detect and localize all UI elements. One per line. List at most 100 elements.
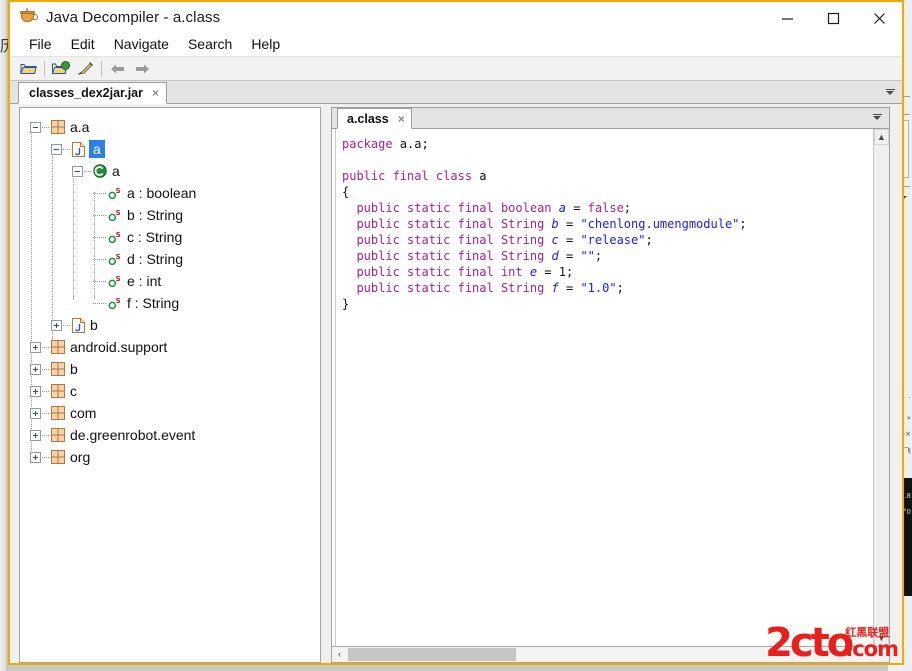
- code-token-pln: ;: [566, 265, 573, 279]
- tree-node-field-c[interactable]: S c : String: [24, 226, 320, 248]
- horizontal-scroll-thumb[interactable]: [348, 648, 516, 661]
- minimize-button[interactable]: [764, 2, 810, 34]
- package-icon: [51, 428, 65, 442]
- scroll-up-button[interactable]: ▲: [874, 129, 889, 145]
- code-token-kw: public static final: [342, 249, 501, 263]
- close-button[interactable]: [856, 2, 902, 34]
- tree-node-label: org: [70, 449, 90, 465]
- coffee-cup-icon: [20, 8, 38, 26]
- code-token-pln: ;: [617, 281, 624, 295]
- expander-plus-icon[interactable]: [30, 364, 41, 375]
- jar-tab-overflow-chevron-down-icon[interactable]: [884, 85, 896, 99]
- tree-node-field-a[interactable]: S a : boolean: [24, 182, 320, 204]
- expander-minus-icon[interactable]: [72, 166, 83, 177]
- editor-horizontal-scrollbar[interactable]: ‹: [331, 647, 890, 663]
- code-token-idf: a: [559, 201, 566, 215]
- code-token-kw: public static final: [342, 281, 501, 295]
- code-token-kw: String: [501, 281, 552, 295]
- code-token-pln: a.a;: [400, 137, 429, 151]
- tree-node-package-de-greenrobot-event[interactable]: de.greenrobot.event: [24, 424, 320, 446]
- menu-edit[interactable]: Edit: [62, 34, 105, 54]
- editor-tab-a-class[interactable]: a.class ×: [337, 108, 412, 129]
- menu-file[interactable]: File: [20, 34, 62, 54]
- back-arrow-icon[interactable]: [106, 58, 130, 79]
- maximize-button[interactable]: [810, 2, 856, 34]
- editor-tab-strip: a.class ×: [331, 107, 890, 129]
- static-field-icon: S: [108, 275, 122, 288]
- background-window-left-sliver: [0, 0, 8, 671]
- toolbar-separator-1: [44, 61, 45, 77]
- tree-node-java-b[interactable]: b: [24, 314, 320, 336]
- expander-plus-icon[interactable]: [30, 386, 41, 397]
- tree-node-package-org[interactable]: org: [24, 446, 320, 468]
- background-text-1: .: [909, 392, 911, 400]
- code-token-kw: public static final int: [342, 265, 530, 279]
- forward-arrow-icon[interactable]: [130, 58, 154, 79]
- tree-node-java-a[interactable]: a: [24, 138, 320, 160]
- editor-tab-close-icon[interactable]: ×: [398, 112, 405, 126]
- background-dark-text-2: °0: [903, 508, 911, 516]
- tree-node-package-com[interactable]: com: [24, 402, 320, 424]
- expander-minus-icon[interactable]: [30, 122, 41, 133]
- tree-content: a.a a: [20, 108, 320, 468]
- editor-tab-overflow-chevron-down-icon[interactable]: [871, 110, 883, 124]
- code-line: {: [342, 184, 873, 200]
- code-token-pln: =: [559, 233, 581, 247]
- jar-tab-label: classes_dex2jar.jar: [29, 86, 143, 100]
- scroll-left-button[interactable]: ‹: [332, 648, 347, 662]
- tree-node-field-d[interactable]: S d : String: [24, 248, 320, 270]
- expander-plus-icon[interactable]: [30, 342, 41, 353]
- jar-tab-classes-dex2jar[interactable]: classes_dex2jar.jar ×: [18, 82, 167, 104]
- tree-node-package-c[interactable]: c: [24, 380, 320, 402]
- background-text-4: 飞: [904, 446, 911, 456]
- tree-node-label-selected: a: [89, 140, 105, 158]
- tree-node-package-a-a[interactable]: a.a: [24, 116, 320, 138]
- editor-vertical-scrollbar[interactable]: ▲ ▼: [873, 129, 889, 646]
- code-area[interactable]: package a.a; public final class a{ publi…: [331, 129, 890, 647]
- tree-node-class-a[interactable]: a: [24, 160, 320, 182]
- code-line: public static final int e = 1;: [342, 264, 873, 280]
- code-token-pln: ;: [739, 217, 746, 231]
- code-token-idf: c: [552, 233, 559, 247]
- tree-node-package-b[interactable]: b: [24, 358, 320, 380]
- tree-node-label: android.support: [70, 339, 167, 355]
- code-token-pln: }: [342, 297, 349, 311]
- source-code-text[interactable]: package a.a; public final class a{ publi…: [336, 129, 873, 646]
- chevron-left-icon: ‹: [338, 650, 341, 659]
- expander-plus-icon[interactable]: [51, 320, 62, 331]
- code-token-str: "chenlong.umengmodule": [580, 217, 739, 231]
- code-token-kw: false: [588, 201, 624, 215]
- expander-plus-icon[interactable]: [30, 452, 41, 463]
- menu-navigate[interactable]: Navigate: [105, 34, 179, 54]
- package-tree-panel[interactable]: a.a a: [19, 107, 321, 663]
- search-wand-icon[interactable]: [73, 58, 97, 79]
- menu-search[interactable]: Search: [179, 34, 242, 54]
- open-folder-icon[interactable]: [16, 58, 40, 79]
- tree-connector: [42, 391, 49, 392]
- code-token-str: "release": [580, 233, 645, 247]
- tree-node-package-android-support[interactable]: android.support: [24, 336, 320, 358]
- tree-node-label: de.greenrobot.event: [70, 427, 195, 443]
- triangle-down-icon: ▼: [877, 634, 886, 643]
- expander-plus-icon[interactable]: [30, 430, 41, 441]
- menu-help[interactable]: Help: [242, 34, 290, 54]
- tree-node-field-f[interactable]: S f : String: [24, 292, 320, 314]
- tree-connector: [93, 259, 106, 260]
- code-token-kw: String: [501, 217, 552, 231]
- open-type-icon[interactable]: [49, 58, 73, 79]
- expander-minus-icon[interactable]: [51, 144, 62, 155]
- tree-node-field-b[interactable]: S b : String: [24, 204, 320, 226]
- svg-text:S: S: [116, 209, 121, 217]
- code-token-num: 1: [559, 265, 566, 279]
- tree-connector: [63, 325, 70, 326]
- tree-connector: [93, 237, 106, 238]
- tree-node-field-e[interactable]: S e : int: [24, 270, 320, 292]
- main-body: a.a a: [10, 104, 902, 663]
- expander-plus-icon[interactable]: [30, 408, 41, 419]
- code-line: public static final String d = "";: [342, 248, 873, 264]
- svg-text:S: S: [116, 187, 121, 195]
- tree-node-label: d : String: [127, 251, 183, 267]
- scroll-down-button[interactable]: ▼: [874, 630, 889, 646]
- code-token-idf: e: [530, 265, 537, 279]
- jar-tab-close-icon[interactable]: ×: [152, 86, 159, 100]
